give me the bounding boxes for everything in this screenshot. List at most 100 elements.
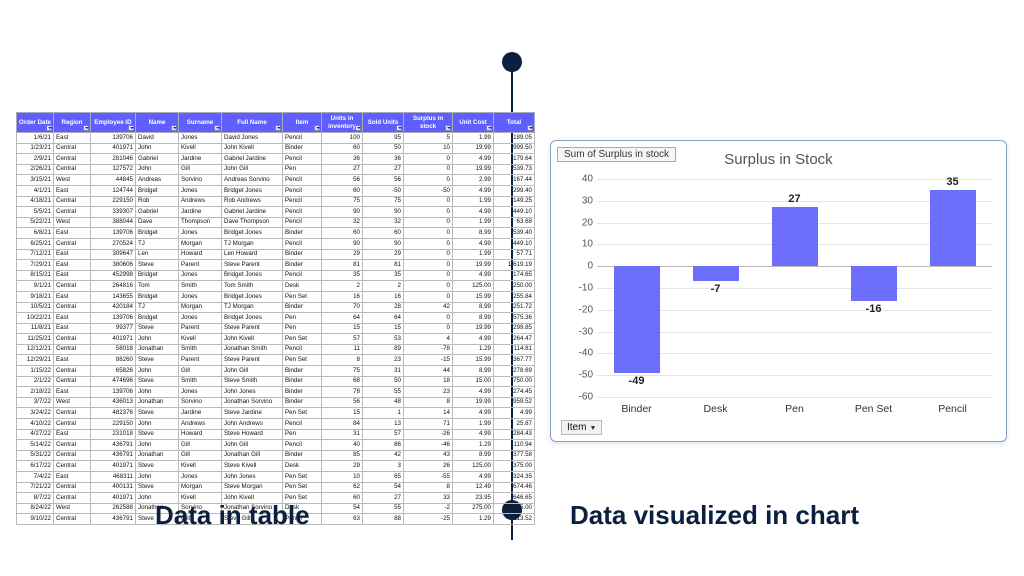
table-cell[interactable]: 0	[404, 313, 453, 324]
table-cell[interactable]: 4.99	[494, 408, 535, 419]
table-cell[interactable]: Pen Set	[283, 472, 322, 483]
table-cell[interactable]: 1.99	[453, 249, 494, 260]
table-cell[interactable]: 95	[363, 133, 404, 144]
table-cell[interactable]: 5/14/22	[17, 440, 54, 451]
table-cell[interactable]: 64	[322, 313, 363, 324]
table-cell[interactable]: Central	[54, 408, 91, 419]
table-row[interactable]: 5/31/22Central436791JonathanGillJonathan…	[17, 450, 535, 461]
table-cell[interactable]: John Kivell	[222, 143, 283, 154]
table-cell[interactable]: 114.81	[494, 344, 535, 355]
table-cell[interactable]: Steve	[136, 355, 179, 366]
table-cell[interactable]: 23.95	[453, 493, 494, 504]
table-cell[interactable]: -78	[404, 344, 453, 355]
table-cell[interactable]: 10	[404, 143, 453, 154]
bar[interactable]	[772, 207, 818, 266]
table-row[interactable]: 3/15/21West44845AndreasSorvinoAndreas So…	[17, 175, 535, 186]
column-header[interactable]: Employee ID	[91, 113, 136, 133]
table-cell[interactable]: 57	[363, 429, 404, 440]
table-cell[interactable]: Morgan	[179, 238, 222, 249]
table-cell[interactable]: 53	[363, 334, 404, 345]
table-cell[interactable]: 474696	[91, 376, 136, 387]
table-cell[interactable]: 125.00	[453, 461, 494, 472]
filter-dropdown-icon[interactable]	[275, 125, 281, 131]
table-cell[interactable]: 4.99	[453, 270, 494, 281]
table-cell[interactable]: Central	[54, 196, 91, 207]
table-cell[interactable]: 68	[322, 376, 363, 387]
table-cell[interactable]: Central	[54, 419, 91, 430]
table-cell[interactable]: 54	[322, 503, 363, 514]
table-cell[interactable]: 8.99	[453, 228, 494, 239]
table-cell[interactable]: 31	[363, 366, 404, 377]
table-cell[interactable]: 19.99	[453, 323, 494, 334]
table-cell[interactable]: 55	[363, 503, 404, 514]
table-cell[interactable]: Jardine	[179, 154, 222, 165]
table-cell[interactable]: 8/24/22	[17, 503, 54, 514]
table-cell[interactable]: 1.99	[453, 419, 494, 430]
table-cell[interactable]: Steve Parent	[222, 355, 283, 366]
table-cell[interactable]: 2/18/22	[17, 387, 54, 398]
table-cell[interactable]: 7/21/22	[17, 482, 54, 493]
table-cell[interactable]: 482376	[91, 408, 136, 419]
table-cell[interactable]: 15.99	[453, 355, 494, 366]
table-cell[interactable]: Kivell	[179, 461, 222, 472]
table-cell[interactable]: 23	[363, 355, 404, 366]
table-cell[interactable]: 436791	[91, 440, 136, 451]
table-cell[interactable]: 0	[404, 154, 453, 165]
table-cell[interactable]: Steve Smith	[222, 376, 283, 387]
filter-dropdown-icon[interactable]	[171, 125, 177, 131]
table-cell[interactable]: Pen	[283, 164, 322, 175]
table-cell[interactable]: 0	[404, 249, 453, 260]
table-row[interactable]: 9/18/21East143655BridgetJonesBridget Jon…	[17, 291, 535, 302]
table-cell[interactable]: Morgan	[179, 482, 222, 493]
table-cell[interactable]: 284.43	[494, 429, 535, 440]
column-header[interactable]: Total	[494, 113, 535, 133]
table-cell[interactable]: Steve Kivell	[222, 461, 283, 472]
table-row[interactable]: 5/22/21West388044DaveThompsonDave Thomps…	[17, 217, 535, 228]
table-cell[interactable]: 401971	[91, 493, 136, 504]
table-cell[interactable]: 1/23/21	[17, 143, 54, 154]
table-cell[interactable]: Central	[54, 281, 91, 292]
table-cell[interactable]: 8.99	[453, 302, 494, 313]
table-cell[interactable]: 57	[322, 334, 363, 345]
table-cell[interactable]: Sorvino	[179, 397, 222, 408]
table-cell[interactable]: 2	[363, 281, 404, 292]
table-cell[interactable]: Jonathan	[136, 344, 179, 355]
table-cell[interactable]: 1.99	[453, 217, 494, 228]
table-cell[interactable]: Steve Parent	[222, 260, 283, 271]
table-cell[interactable]: Pen Set	[283, 482, 322, 493]
table-cell[interactable]: 6/17/22	[17, 461, 54, 472]
table-cell[interactable]: Binder	[283, 260, 322, 271]
table-cell[interactable]: Gabriel Jardine	[222, 154, 283, 165]
table-cell[interactable]: East	[54, 313, 91, 324]
table-cell[interactable]: Binder	[283, 228, 322, 239]
table-cell[interactable]: 15	[322, 408, 363, 419]
table-cell[interactable]: 1.99	[453, 196, 494, 207]
table-cell[interactable]: East	[54, 260, 91, 271]
table-cell[interactable]: Central	[54, 164, 91, 175]
table-cell[interactable]: 0	[404, 291, 453, 302]
filter-dropdown-icon[interactable]	[46, 125, 52, 131]
table-cell[interactable]: 42	[363, 450, 404, 461]
table-cell[interactable]: 60	[363, 228, 404, 239]
table-row[interactable]: 5/5/21Central339307GabrielJardineGabriel…	[17, 207, 535, 218]
table-cell[interactable]: 0	[404, 260, 453, 271]
table-cell[interactable]: 4.99	[453, 408, 494, 419]
table-cell[interactable]: 65	[363, 472, 404, 483]
table-cell[interactable]: Gill	[179, 366, 222, 377]
table-cell[interactable]: Desk	[283, 461, 322, 472]
table-cell[interactable]: 26	[404, 461, 453, 472]
table-cell[interactable]: 124744	[91, 185, 136, 196]
table-cell[interactable]: 250.00	[494, 281, 535, 292]
table-cell[interactable]: 2/26/21	[17, 164, 54, 175]
table-cell[interactable]: Gill	[179, 450, 222, 461]
table-cell[interactable]: 16	[363, 291, 404, 302]
table-cell[interactable]: 48	[363, 397, 404, 408]
table-cell[interactable]: Rob Andrews	[222, 196, 283, 207]
table-cell[interactable]: Sorvino	[179, 175, 222, 186]
table-cell[interactable]: 8	[404, 397, 453, 408]
table-cell[interactable]: 278.69	[494, 366, 535, 377]
table-cell[interactable]: Jones	[179, 228, 222, 239]
table-cell[interactable]: 1	[363, 408, 404, 419]
table-cell[interactable]: Pencil	[283, 270, 322, 281]
table-cell[interactable]: 19.99	[453, 143, 494, 154]
